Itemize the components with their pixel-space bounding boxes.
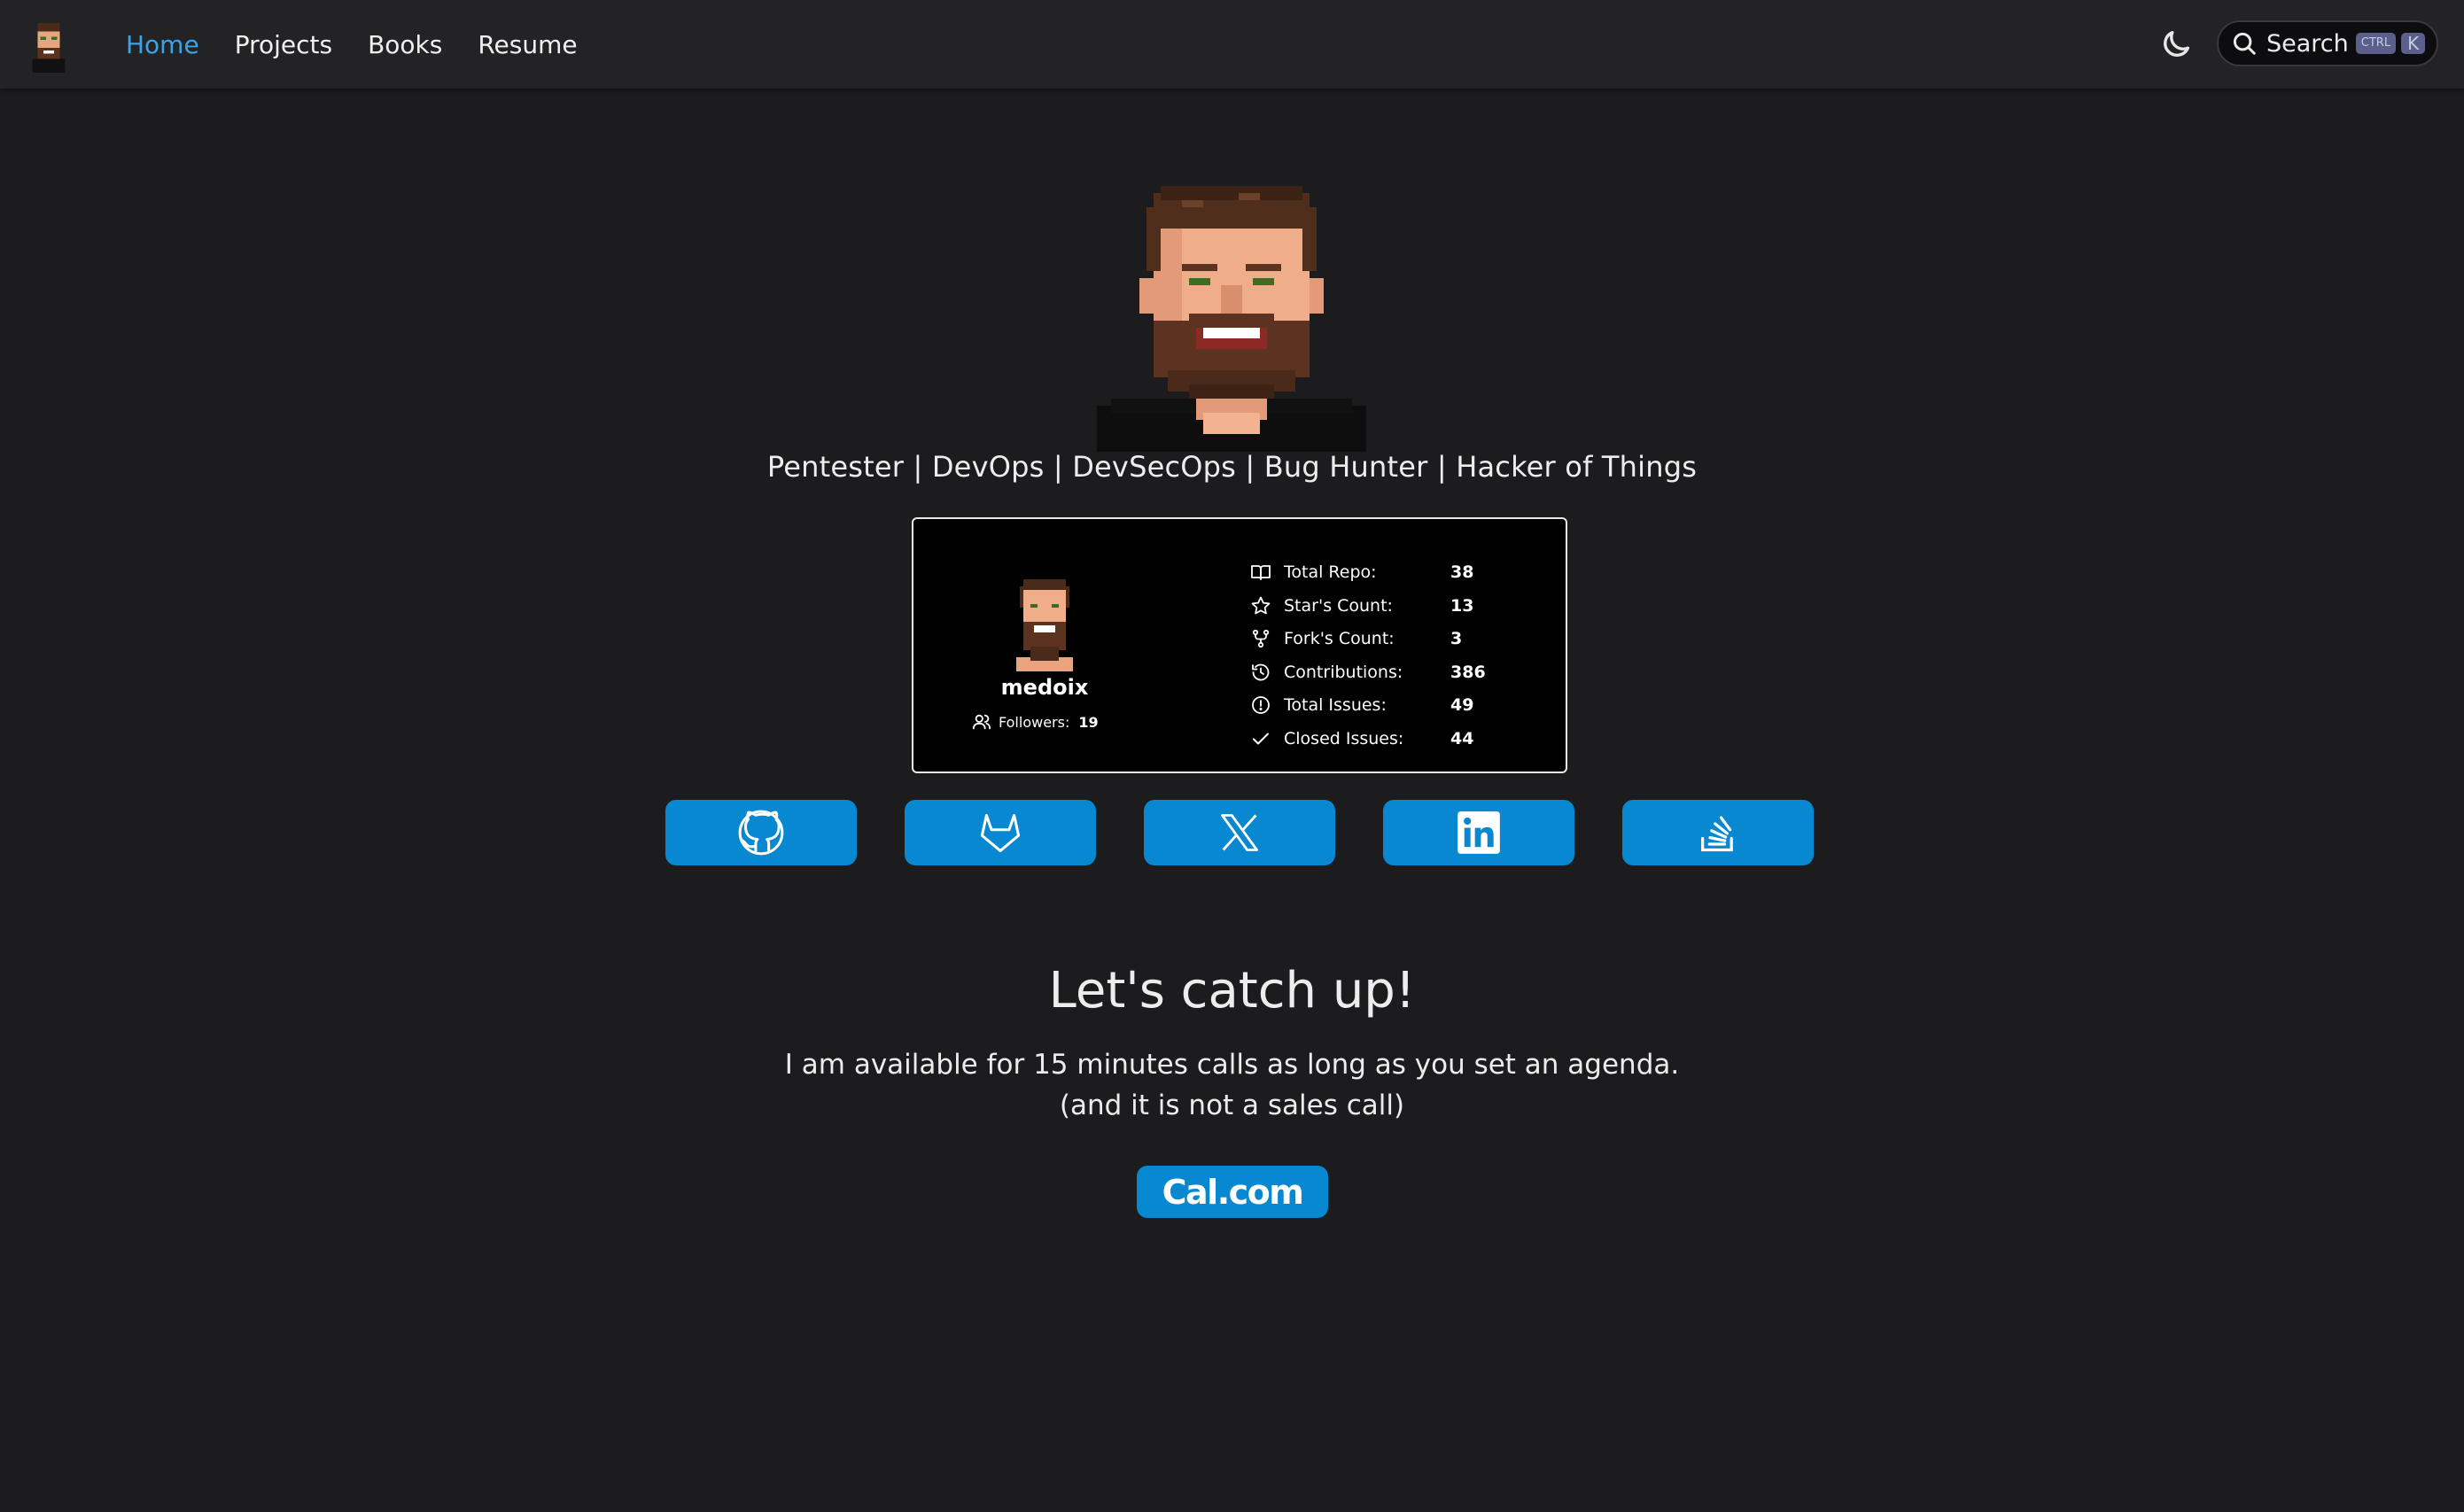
github-stats-card: medoix Followers: 19 Total Repo: 38 Star… [912, 517, 1567, 773]
hero-avatar [1097, 186, 1366, 452]
book-icon [1251, 565, 1271, 580]
cal-com-button[interactable]: Cal.com [1137, 1166, 1328, 1218]
main-nav: Home Projects Books Resume [126, 0, 578, 89]
stat-value: 13 [1450, 596, 1474, 616]
shortcut-k-key: K [2401, 33, 2426, 54]
stat-value: 386 [1450, 663, 1486, 682]
people-icon [972, 714, 991, 730]
nav-link-resume[interactable]: Resume [478, 30, 577, 59]
x-link-button[interactable] [1144, 800, 1335, 865]
site-logo-avatar[interactable] [21, 18, 76, 73]
theme-toggle-button[interactable] [2158, 27, 2194, 62]
stat-label: Closed Issues: [1284, 729, 1404, 748]
card-avatar [1009, 569, 1080, 671]
stat-value: 38 [1450, 562, 1474, 582]
followers-value: 19 [1078, 713, 1099, 731]
stackoverflow-icon [1701, 816, 1733, 852]
stat-label: Total Repo: [1284, 562, 1377, 582]
stat-label: Fork's Count: [1284, 629, 1395, 648]
stat-row-stars: Star's Count: 13 [1250, 593, 1473, 619]
linkedin-link-button[interactable] [1383, 800, 1574, 865]
gitlab-icon [980, 813, 1021, 853]
search-label: Search [2266, 29, 2349, 58]
shortcut-ctrl-key: CTRL [2355, 33, 2397, 54]
stackoverflow-link-button[interactable] [1622, 800, 1814, 865]
x-icon [1221, 814, 1258, 851]
stat-row-total-issues: Total Issues: 49 [1250, 692, 1473, 718]
fork-icon [1252, 629, 1270, 648]
star-icon [1251, 596, 1271, 615]
github-icon [738, 810, 784, 856]
moon-icon [2164, 31, 2189, 57]
search-icon [2233, 32, 2256, 55]
stat-row-forks: Fork's Count: 3 [1250, 625, 1462, 652]
stat-label: Total Issues: [1284, 695, 1387, 715]
stat-row-contributions: Contributions: 386 [1250, 659, 1486, 686]
linkedin-icon [1457, 811, 1500, 854]
stat-value: 44 [1450, 729, 1474, 748]
search-button[interactable]: Search CTRL K [2217, 20, 2438, 66]
gitlab-link-button[interactable] [905, 800, 1096, 865]
card-username: medoix [1000, 675, 1089, 700]
issue-icon [1252, 696, 1270, 714]
catch-up-text-line-1: I am available for 15 minutes calls as l… [784, 1049, 1680, 1081]
nav-link-books[interactable]: Books [368, 30, 442, 59]
stat-label: Star's Count: [1284, 596, 1393, 616]
catch-up-text-line-2: (and it is not a sales call) [1059, 1089, 1405, 1121]
history-icon [1252, 663, 1270, 681]
followers-label: Followers: [999, 713, 1070, 731]
nav-link-home[interactable]: Home [126, 30, 199, 59]
stat-label: Contributions: [1284, 663, 1403, 682]
check-icon [1253, 733, 1269, 745]
catch-up-title: Let's catch up! [1048, 962, 1416, 1020]
stat-row-closed-issues: Closed Issues: 44 [1250, 725, 1473, 752]
stat-value: 49 [1450, 695, 1474, 715]
github-link-button[interactable] [665, 800, 857, 865]
stat-value: 3 [1450, 629, 1463, 648]
stat-row-total-repo: Total Repo: 38 [1250, 559, 1473, 585]
navbar: Home Projects Books Resume Search CTRL K [0, 0, 2464, 89]
nav-link-projects[interactable]: Projects [235, 30, 332, 59]
card-followers: Followers: 19 [972, 712, 1099, 732]
tagline: Pentester | DevOps | DevSecOps | Bug Hun… [766, 450, 1698, 484]
